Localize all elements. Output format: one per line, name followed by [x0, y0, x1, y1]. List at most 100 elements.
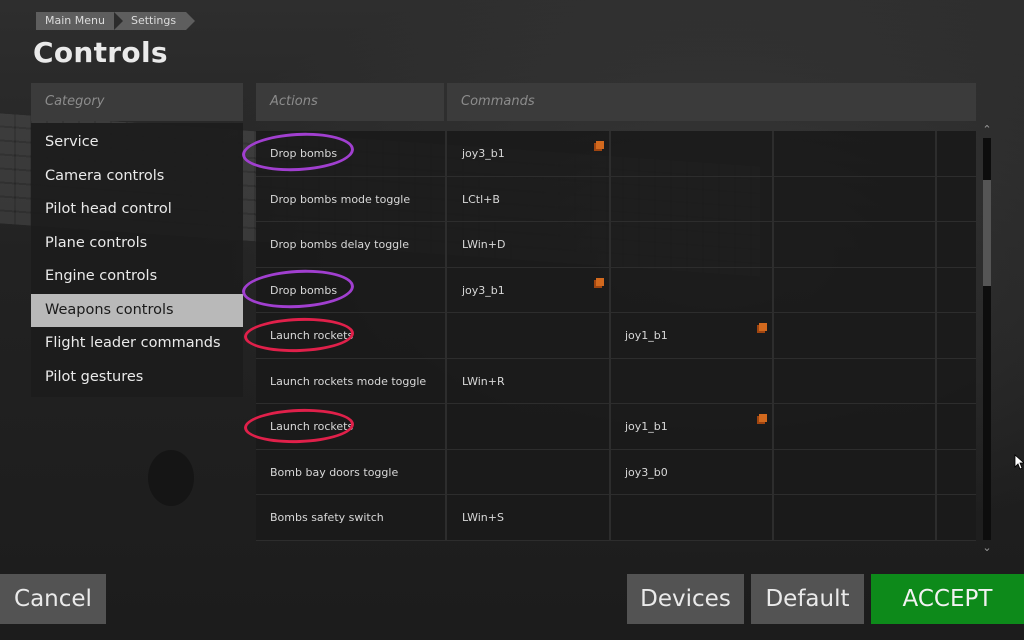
- scroll-thumb[interactable]: [983, 180, 991, 286]
- command-cell-1[interactable]: LWin+D: [447, 222, 611, 267]
- command-cell-3[interactable]: [774, 222, 937, 267]
- table-row[interactable]: Launch rockets joy1_b1: [243, 404, 976, 450]
- table-row[interactable]: Launch rockets mode toggle LWin+R: [256, 358, 976, 404]
- command-cell-4[interactable]: [937, 222, 976, 267]
- command-binding: joy3_b0: [625, 465, 668, 479]
- command-cell-3[interactable]: [774, 176, 937, 221]
- command-binding: LCtl+B: [462, 192, 500, 206]
- command-cell-1[interactable]: [447, 313, 611, 358]
- action-cell[interactable]: Drop bombs: [241, 266, 447, 312]
- command-binding: joy3_b1: [462, 147, 505, 160]
- command-cell-4[interactable]: [937, 177, 976, 222]
- command-cell-2[interactable]: [611, 222, 774, 267]
- command-binding: LWin+R: [462, 374, 505, 388]
- annotation-circle: [241, 266, 355, 311]
- table-row[interactable]: Drop bombs mode toggle LCtl+B: [256, 176, 976, 222]
- table-row[interactable]: Launch rockets joy1_b1: [243, 313, 976, 359]
- command-cell-3[interactable]: [774, 131, 937, 176]
- command-cell-4[interactable]: [937, 313, 976, 358]
- action-cell[interactable]: Bomb bay doors toggle: [256, 449, 447, 494]
- category-item-weapons-controls[interactable]: Weapons controls: [31, 293, 243, 327]
- action-cell[interactable]: Launch rockets: [243, 313, 447, 358]
- controls-table: Actions Commands Drop bombs joy3_b1 Drop b…: [241, 83, 976, 551]
- table-row[interactable]: Drop bombs joy3_b1: [241, 266, 976, 313]
- category-item-camera-controls[interactable]: Camera controls: [31, 160, 243, 194]
- command-cell-4[interactable]: [937, 268, 976, 313]
- action-cell[interactable]: Drop bombs delay toggle: [256, 222, 447, 267]
- command-cell-2[interactable]: joy1_b1: [611, 404, 774, 449]
- category-list: Service Camera controls Pilot head contr…: [31, 123, 243, 397]
- breadcrumb-settings[interactable]: Settings: [113, 12, 196, 30]
- table-scrollbar[interactable]: ⌃ ⌄: [980, 124, 994, 554]
- breadcrumb: Main Menu Settings: [36, 12, 196, 30]
- command-cell-2[interactable]: joy3_b0: [611, 449, 774, 494]
- command-cell-2[interactable]: [611, 131, 774, 176]
- category-item-plane-controls[interactable]: Plane controls: [31, 227, 243, 261]
- action-cell[interactable]: Launch rockets mode toggle: [256, 358, 447, 403]
- command-cell-3[interactable]: [774, 267, 937, 312]
- command-cell-1[interactable]: [447, 404, 611, 449]
- command-cell-4[interactable]: [937, 495, 976, 540]
- page-title: Controls: [33, 36, 168, 69]
- annotation-circle: [243, 316, 355, 354]
- command-cell-3[interactable]: [774, 449, 937, 494]
- mouse-cursor-icon: [1014, 454, 1024, 470]
- breadcrumb-main-menu[interactable]: Main Menu: [36, 12, 124, 30]
- command-cell-1[interactable]: LWin+R: [447, 358, 611, 403]
- action-cell[interactable]: Drop bombs: [241, 130, 447, 176]
- command-cell-4[interactable]: [937, 131, 976, 176]
- category-header: Category: [31, 83, 243, 121]
- accept-button[interactable]: ACCEPT: [871, 574, 1024, 624]
- command-binding: LWin+D: [462, 238, 506, 251]
- chevron-down-icon[interactable]: ⌄: [980, 542, 994, 554]
- command-cell-3[interactable]: [774, 313, 937, 358]
- actions-column-header: Actions: [256, 83, 444, 121]
- command-cell-1[interactable]: [447, 449, 611, 494]
- table-row[interactable]: Drop bombs joy3_b1: [241, 130, 976, 177]
- command-cell-3[interactable]: [774, 358, 937, 403]
- command-cell-2[interactable]: joy1_b1: [611, 313, 774, 358]
- action-cell[interactable]: Drop bombs mode toggle: [256, 176, 447, 221]
- default-button[interactable]: Default: [751, 574, 864, 624]
- duplicate-binding-icon: [759, 323, 767, 331]
- command-cell-1[interactable]: LCtl+B: [447, 176, 611, 221]
- command-binding: joy1_b1: [625, 420, 668, 433]
- table-rows: Drop bombs joy3_b1 Drop bombs mode toggle L…: [241, 130, 976, 541]
- command-cell-2[interactable]: [611, 176, 774, 221]
- category-item-service[interactable]: Service: [31, 126, 243, 160]
- category-item-pilot-gestures[interactable]: Pilot gestures: [31, 361, 243, 395]
- category-panel: Category Service Camera controls Pilot h…: [31, 83, 243, 397]
- devices-button[interactable]: Devices: [627, 574, 744, 624]
- table-row[interactable]: Drop bombs delay toggle LWin+D: [256, 222, 976, 268]
- command-cell-4[interactable]: [937, 404, 976, 449]
- table-row[interactable]: Bomb bay doors toggle joy3_b0: [256, 449, 976, 495]
- command-cell-4[interactable]: [937, 359, 976, 404]
- command-cell-2[interactable]: [611, 358, 774, 403]
- commands-column-header: Commands: [447, 83, 976, 121]
- category-item-engine-controls[interactable]: Engine controls: [31, 260, 243, 294]
- action-cell[interactable]: Launch rockets: [243, 404, 447, 449]
- command-cell-1[interactable]: joy3_b1: [447, 267, 611, 312]
- action-label: Bombs safety switch: [270, 511, 384, 524]
- command-cell-3[interactable]: [774, 404, 937, 449]
- command-binding: joy1_b1: [625, 329, 668, 342]
- command-cell-4[interactable]: [937, 450, 976, 495]
- duplicate-binding-icon: [759, 414, 767, 422]
- command-cell-1[interactable]: LWin+S: [447, 495, 611, 540]
- action-label: Launch rockets mode toggle: [270, 374, 427, 388]
- command-cell-3[interactable]: [774, 495, 937, 540]
- table-row[interactable]: Bombs safety switch LWin+S: [256, 495, 976, 541]
- chevron-up-icon[interactable]: ⌃: [980, 124, 994, 136]
- category-item-flight-leader-commands[interactable]: Flight leader commands: [31, 327, 243, 361]
- action-label: Drop bombs mode toggle: [270, 192, 411, 206]
- action-label: Drop bombs delay toggle: [270, 238, 409, 251]
- command-cell-2[interactable]: [611, 267, 774, 312]
- duplicate-binding-icon: [596, 277, 604, 286]
- cancel-button[interactable]: Cancel: [0, 574, 106, 624]
- command-cell-1[interactable]: joy3_b1: [447, 131, 611, 176]
- scroll-track[interactable]: [983, 138, 991, 540]
- action-cell[interactable]: Bombs safety switch: [256, 495, 447, 540]
- annotation-circle: [241, 130, 355, 174]
- command-cell-2[interactable]: [611, 495, 774, 540]
- category-item-pilot-head-control[interactable]: Pilot head control: [31, 193, 243, 227]
